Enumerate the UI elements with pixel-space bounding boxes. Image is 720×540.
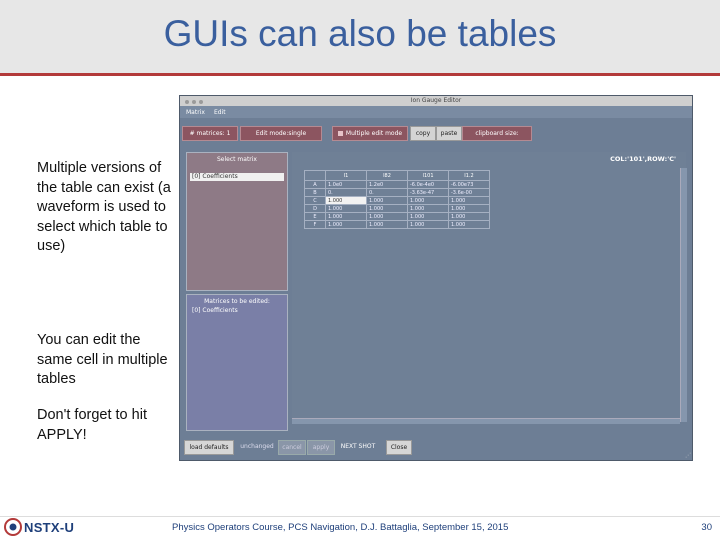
table-cell[interactable]: -3.63e-47 [407,188,449,197]
table-cell[interactable]: 1.000 [448,212,490,221]
row-header[interactable]: A [304,180,326,189]
table-cell[interactable]: 1.000 [366,220,408,229]
select-matrix-panel: Select matrix [0] Coefficients [186,152,288,291]
table-cell[interactable]: 1.000 [448,204,490,213]
window-title: Ion Gauge Editor [410,97,462,104]
menu-matrix[interactable]: Matrix [186,109,205,116]
close-button[interactable]: Close [386,440,412,455]
menubar: Matrix Edit [180,106,692,118]
toolbar: # matrices: 1 Edit mode:single Multiple … [180,120,692,144]
table-cell[interactable]: 0. [325,188,367,197]
menu-edit[interactable]: Edit [214,109,226,116]
footer-divider [0,516,720,517]
note-multiple-versions: Multiple versions of the table can exist… [37,160,171,254]
note-hit-apply: Don't forget to hit APPLY! [37,407,147,443]
table-cell[interactable]: 1.000 [407,196,449,205]
selected-cell[interactable]: 1.000 [325,196,367,205]
row-header[interactable]: D [304,204,326,213]
table-cell[interactable]: 1.000 [448,220,490,229]
footer-text: Physics Operators Course, PCS Navigation… [172,522,509,533]
table-cell[interactable]: -6.00e73 [448,180,490,189]
table-cell[interactable]: 1.000 [366,204,408,213]
table-row: D 1.000 1.000 1.000 1.000 [304,204,490,213]
checkbox-icon[interactable] [337,131,343,136]
paste-button[interactable]: paste [436,126,462,141]
page-number: 30 [701,522,712,533]
resize-grip-icon[interactable]: ⋰ [685,453,691,459]
table-cell[interactable]: 0. [366,188,408,197]
multiple-edit-label: Multiple edit mode [345,130,403,137]
corner-cell [304,170,326,181]
matrix-grid: COL:'101',ROW:'C' I1 I82 I101 I1.2 A 1.0… [292,152,687,424]
table-cell[interactable]: 1.000 [325,212,367,221]
copy-button[interactable]: copy [410,126,436,141]
matrices-to-edit-item[interactable]: [0] Coefficients [190,307,284,315]
table-header-row: I1 I82 I101 I1.2 [304,170,490,181]
row-header[interactable]: F [304,220,326,229]
matrix-table: I1 I82 I101 I1.2 A 1.0e0 1.2e0 -6.0e-4e0… [304,170,490,229]
title-rule [0,73,720,76]
row-header[interactable]: B [304,188,326,197]
table-cell[interactable]: 1.000 [325,204,367,213]
select-matrix-header: Select matrix [217,156,257,163]
table-row: F 1.000 1.000 1.000 1.000 [304,220,490,229]
edit-mode-label: Edit mode:single [240,126,322,141]
matrices-to-edit-panel: Matrices to be edited: [0] Coefficients [186,294,288,431]
vertical-scrollbar[interactable] [680,168,687,422]
row-header[interactable]: C [304,196,326,205]
col-row-readout: COL:'101',ROW:'C' [610,155,676,163]
table-cell[interactable]: 1.000 [407,220,449,229]
note-edit-same-cell: You can edit the same cell in multiple t… [37,332,168,387]
bottom-bar: load defaults unchanged cancel apply NEX… [180,434,692,460]
clipboard-size: clipboard size: [462,126,532,141]
multiple-edit-toggle[interactable]: Multiple edit mode [332,126,408,141]
table-cell[interactable]: -6.0e-4e0 [407,180,449,189]
table-cell[interactable]: 1.000 [407,204,449,213]
slide-title: GUIs can also be tables [163,13,557,54]
matrices-count: # matrices: 1 [182,126,238,141]
matrices-to-edit-header: Matrices to be edited: [204,298,270,305]
table-cell[interactable]: 1.0e0 [325,180,367,189]
status-label: unchanged [240,443,274,450]
table-cell[interactable]: 1.000 [325,220,367,229]
window-titlebar[interactable]: Ion Gauge Editor [180,96,692,106]
table-cell[interactable]: 1.000 [366,196,408,205]
table-row: A 1.0e0 1.2e0 -6.0e-4e0 -6.00e73 [304,180,490,189]
select-matrix-item[interactable]: [0] Coefficients [190,173,284,181]
horizontal-scrollbar[interactable] [292,418,680,424]
cancel-button[interactable]: cancel [278,440,306,455]
next-shot-label: NEXT SHOT [340,443,376,450]
row-header[interactable]: E [304,212,326,221]
table-cell[interactable]: 1.000 [448,196,490,205]
column-header[interactable]: I82 [366,170,408,181]
table-cell[interactable]: 1.2e0 [366,180,408,189]
nstx-logo-icon [4,518,22,536]
logo-text: NSTX-U [24,520,75,535]
column-header[interactable]: I1 [325,170,367,181]
table-row: E 1.000 1.000 1.000 1.000 [304,212,490,221]
ion-gauge-editor-window: Ion Gauge Editor Matrix Edit # matrices:… [180,96,692,460]
column-header[interactable]: I1.2 [448,170,490,181]
table-cell[interactable]: -3.6e-00 [448,188,490,197]
table-row: C 1.000 1.000 1.000 1.000 [304,196,490,205]
apply-button[interactable]: apply [307,440,335,455]
table-cell[interactable]: 1.000 [407,212,449,221]
table-cell[interactable]: 1.000 [366,212,408,221]
load-defaults-button[interactable]: load defaults [184,440,234,455]
column-header[interactable]: I101 [407,170,449,181]
table-row: B 0. 0. -3.63e-47 -3.6e-00 [304,188,490,197]
